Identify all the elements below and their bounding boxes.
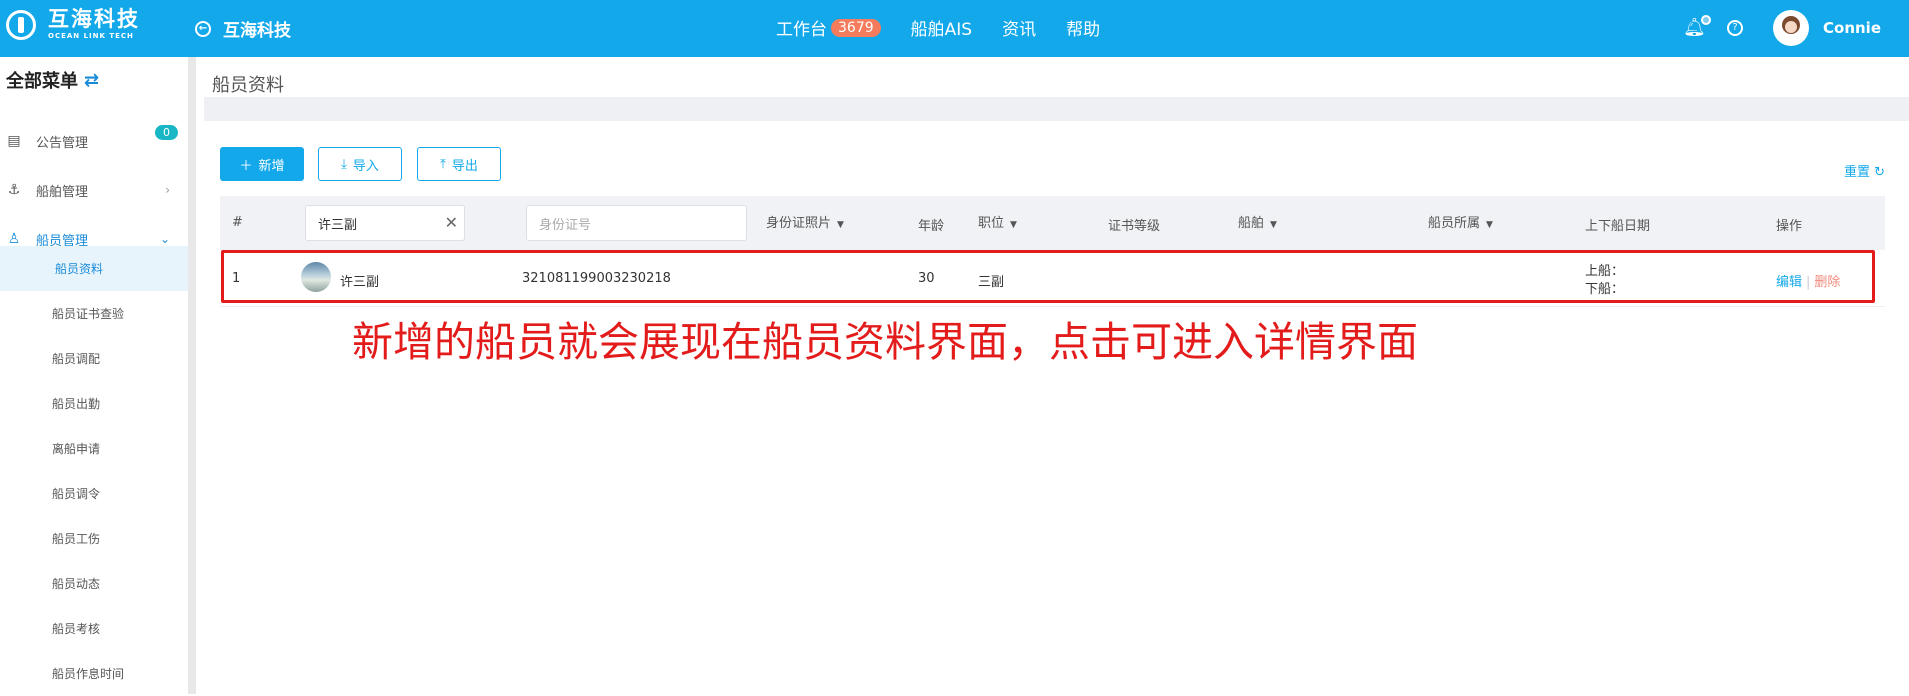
logo-tagline: OCEAN LINK TECH (48, 32, 134, 40)
top-bar: 互海科技 OCEAN LINK TECH ← 互海科技 工作台 3679 船舶A… (0, 0, 1909, 57)
reset-button[interactable]: 重置 ↻ (1844, 161, 1885, 180)
col-index: # (232, 215, 243, 230)
sidebar-sub-transfer-order[interactable]: 船员调令 (0, 471, 188, 516)
logo-icon (6, 9, 36, 40)
col-id-photo[interactable]: 身份证照片 ▼ (766, 212, 844, 231)
plus-icon: ＋ (239, 158, 253, 174)
chevron-down-icon: ⌄ (159, 232, 170, 246)
header-tools: 🔔︎ ? Connie (1683, 10, 1881, 46)
sidebar-sub-rest-hours[interactable]: 船员作息时间 (0, 651, 188, 696)
anchor-icon: ⚓︎ (7, 182, 21, 198)
annotation-text: 新增的船员就会展现在船员资料界面，点击可进入详情界面 (352, 318, 1418, 366)
sidebar-sub-cert-check[interactable]: 船员证书查验 (0, 291, 188, 336)
col-belongs[interactable]: 船员所属 ▼ (1428, 212, 1493, 231)
id-number-filter-input[interactable]: 身份证号 (526, 205, 747, 241)
import-button[interactable]: ⤓ 导入 (318, 147, 402, 181)
col-dates: 上下船日期 (1585, 219, 1651, 234)
avatar[interactable] (1773, 10, 1809, 46)
export-button[interactable]: ⤒ 导出 (417, 147, 501, 181)
sidebar-item-ships[interactable]: ⚓︎ 船舶管理 › (0, 172, 188, 208)
col-ops: 操作 (1776, 219, 1803, 234)
sidebar-sub-crew-assign[interactable]: 船员调配 (0, 336, 188, 381)
logo-name: 互海科技 (48, 7, 140, 31)
sidebar-sub-dynamics[interactable]: 船员动态 (0, 561, 188, 606)
sidebar-item-announcements[interactable]: ▤ 公告管理 0 (0, 123, 188, 159)
name-filter-input[interactable]: 许三副 ✕ (305, 205, 465, 241)
sidebar-sub-leave-request[interactable]: 离船申请 (0, 426, 188, 471)
sidebar-sub-attendance[interactable]: 船员出勤 (0, 381, 188, 426)
sidebar-title[interactable]: 全部菜单 ⇄ (6, 67, 99, 93)
highlight-box (221, 250, 1875, 303)
sidebar: 全部菜单 ⇄ ▤ 公告管理 0 ⚓︎ 船舶管理 › ♙ 船员管理 ⌄ 船员资料 … (0, 57, 196, 694)
sidebar-sub-crew-profile[interactable]: 船员资料 (0, 246, 188, 291)
swap-icon[interactable]: ⇄ (84, 70, 99, 91)
table-header: # 许三副 ✕ 身份证号 身份证照片 ▼ 年龄 职位 ▼ 证书等级 船舶 ▼ 船员所属… (220, 196, 1885, 250)
nav-help[interactable]: 帮助 (1066, 15, 1100, 40)
nav-workbench[interactable]: 工作台 3679 (776, 15, 881, 40)
page-title: 船员资料 (212, 75, 284, 96)
top-nav: 工作台 3679 船舶AIS 资讯 帮助 (776, 15, 1130, 40)
nav-ship-ais[interactable]: 船舶AIS (911, 15, 972, 40)
download-icon: ⤓ (341, 156, 347, 172)
nav-news[interactable]: 资讯 (1002, 15, 1036, 40)
bell-icon[interactable]: 🔔︎ (1683, 15, 1711, 39)
sidebar-sub-injury[interactable]: 船员工伤 (0, 516, 188, 561)
unread-dot (1701, 15, 1711, 25)
user-icon: ♙ (7, 231, 21, 247)
username[interactable]: Connie (1823, 19, 1881, 37)
caret-down-icon: ▼ (1270, 220, 1277, 230)
sidebar-sub-assessment[interactable]: 船员考核 (0, 606, 188, 651)
col-position[interactable]: 职位 ▼ (978, 212, 1017, 231)
notification-badge: 3679 (831, 18, 881, 37)
refresh-icon: ↻ (1874, 165, 1885, 180)
breadcrumb-bar: 船员资料 (204, 57, 1909, 109)
back-button[interactable]: ← 互海科技 (195, 16, 291, 41)
caret-down-icon: ▼ (1486, 220, 1493, 230)
back-arrow-icon: ← (195, 20, 211, 37)
col-ship[interactable]: 船舶 ▼ (1238, 212, 1277, 231)
add-button[interactable]: ＋ 新增 (220, 147, 304, 181)
announcement-count-badge: 0 (155, 125, 178, 140)
caret-down-icon: ▼ (837, 220, 844, 230)
logo[interactable]: 互海科技 OCEAN LINK TECH (6, 9, 140, 40)
help-icon[interactable]: ? (1727, 20, 1743, 36)
back-title: 互海科技 (223, 21, 291, 41)
col-cert-level: 证书等级 (1108, 219, 1161, 234)
chevron-right-icon: › (165, 183, 170, 197)
col-age: 年龄 (918, 219, 945, 234)
main-content: ＋ 新增 ⤓ 导入 ⤒ 导出 重置 ↻ # 许三副 ✕ 身份证号 身份证照片 ▼ … (204, 121, 1909, 694)
upload-icon: ⤒ (440, 156, 446, 172)
book-icon: ▤ (7, 133, 21, 149)
caret-down-icon: ▼ (1010, 220, 1017, 230)
clear-icon[interactable]: ✕ (445, 213, 458, 232)
